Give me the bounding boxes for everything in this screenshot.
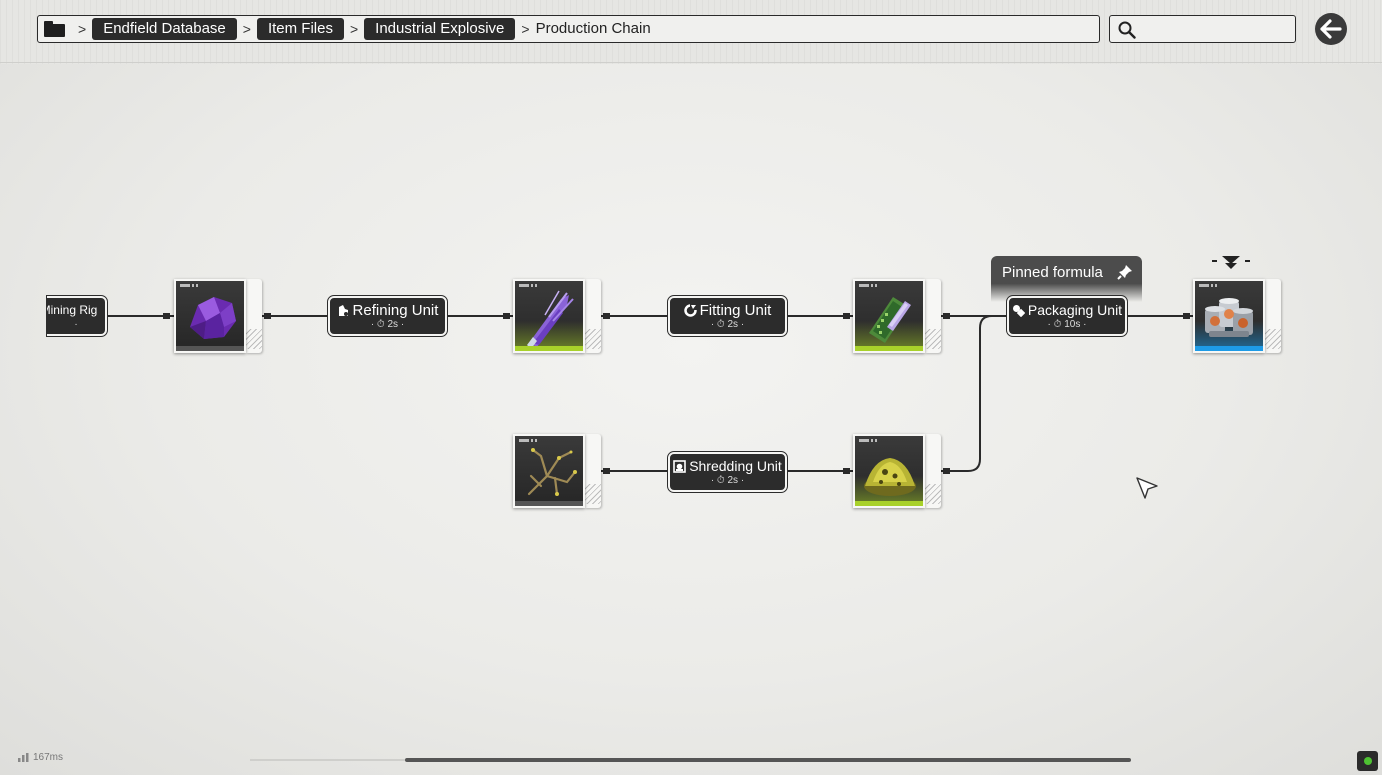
machine-time: 10s [1064, 318, 1081, 330]
horizontal-scrollbar-thumb[interactable] [405, 758, 1131, 762]
signal-bars-icon [18, 753, 29, 762]
machine-label: Refining Unit [352, 301, 439, 319]
green-circuit-icon [869, 297, 911, 343]
latency-indicator: 167ms [18, 752, 63, 763]
machine-time: 2s [387, 318, 399, 330]
machine-refining-unit[interactable]: Refining Unit · ⏱ 2s · [327, 295, 448, 337]
item-industrial-explosive[interactable] [1193, 279, 1281, 353]
machine-label: Fitting Unit [699, 301, 772, 319]
dry-branch-icon [527, 448, 577, 496]
item-amethyst-ore[interactable] [174, 279, 262, 353]
refining-icon [338, 304, 348, 316]
machine-fitting-unit[interactable]: Fitting Unit · ⏱ 2s · [667, 295, 788, 337]
status-indicator [1357, 751, 1378, 771]
machine-packaging-unit[interactable]: Packaging Unit · ⏱ 10s · [1006, 295, 1128, 337]
machine-time: 2s [727, 318, 739, 330]
machine-label: Shredding Unit [689, 457, 782, 474]
item-amethyst-part[interactable] [853, 279, 941, 353]
fitting-icon [683, 303, 697, 317]
explosive-canisters-icon [1205, 298, 1253, 337]
target-marker-icon [1212, 256, 1250, 269]
connection-lines [107, 313, 1194, 474]
item-amethyst-fiber[interactable] [513, 279, 601, 353]
machine-label: Mining Rig [47, 302, 98, 317]
mouse-cursor-icon [1136, 477, 1158, 499]
purple-crystal-icon [190, 297, 236, 339]
machine-time: · [74, 318, 78, 330]
pin-icon[interactable] [1117, 264, 1133, 280]
machine-time: 2s [727, 474, 739, 486]
shredding-icon [673, 459, 686, 473]
machine-shredding-unit[interactable]: Shredding Unit · ⏱ 2s · [667, 451, 788, 493]
packaging-icon [1012, 304, 1025, 317]
item-plant-material[interactable] [513, 434, 601, 508]
item-plant-powder[interactable] [853, 434, 941, 508]
purple-fiber-icon [527, 290, 574, 349]
yellow-powder-icon [864, 458, 916, 496]
machine-mining-rig[interactable]: Mining Rig · [46, 295, 108, 337]
machine-label: Packaging Unit [1027, 301, 1123, 318]
